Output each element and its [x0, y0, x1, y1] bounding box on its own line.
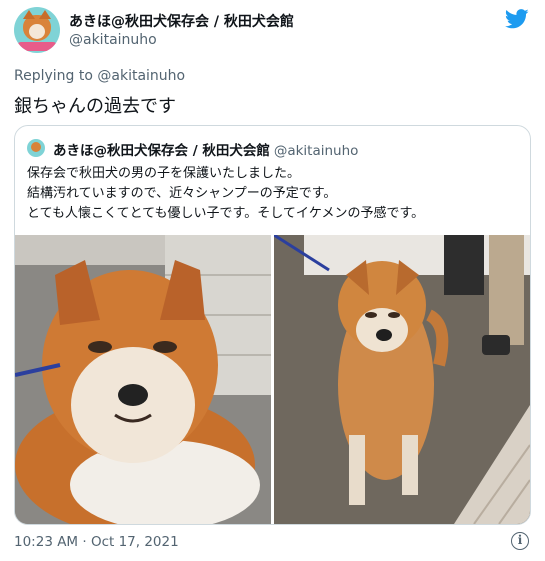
akita-dog-closeup-photo[interactable] — [15, 235, 271, 524]
twitter-bird-icon[interactable] — [505, 9, 529, 29]
quoted-author: あきほ@秋田犬保存会 / 秋田犬会館 @akitainuho — [53, 139, 358, 159]
quoted-line: 保存会で秋田犬の男の子を保護いたしました。 — [27, 166, 301, 181]
author-name[interactable]: あきほ@秋田犬保存会 / 秋田犬会館 — [69, 11, 294, 31]
akita-dog-standing-photo[interactable] — [274, 235, 530, 524]
author-handle[interactable]: @akitainuho — [69, 32, 157, 48]
dog-standing-illustration — [274, 235, 530, 524]
replying-handle[interactable]: @akitainuho — [97, 68, 185, 84]
quoted-author-name[interactable]: あきほ@秋田犬保存会 / 秋田犬会館 — [53, 143, 270, 159]
dog-closeup-illustration — [15, 235, 271, 524]
media-grid — [15, 235, 530, 524]
author-avatar[interactable] — [14, 7, 60, 53]
quoted-tweet[interactable]: あきほ@秋田犬保存会 / 秋田犬会館 @akitainuho 保存会で秋田犬の男の… — [14, 125, 531, 525]
replying-prefix: Replying to — [14, 68, 93, 84]
tweet-text: 銀ちゃんの過去です — [14, 96, 176, 117]
tweet-header: あきほ@秋田犬保存会 / 秋田犬会館 @akitainuho — [14, 5, 531, 55]
quoted-author-handle[interactable]: @akitainuho — [274, 143, 359, 159]
avatar-banner — [17, 42, 57, 51]
quoted-line: 結構汚れていますので、近々シャンプーの予定です。 — [27, 186, 337, 201]
replying-to: Replying to @akitainuho — [14, 68, 185, 84]
quoted-author-avatar[interactable] — [27, 139, 45, 157]
avatar-dog-face — [23, 10, 51, 41]
quoted-line: とても人懐こくてとても優しい子です。そしてイケメンの予感です。 — [27, 206, 425, 221]
tweet-timestamp[interactable]: 10:23 AM · Oct 17, 2021 — [14, 534, 179, 550]
quoted-tweet-text: 保存会で秋田犬の男の子を保護いたしました。 結構汚れていますので、近々シャンプー… — [27, 164, 522, 224]
info-icon[interactable]: i — [511, 532, 529, 550]
